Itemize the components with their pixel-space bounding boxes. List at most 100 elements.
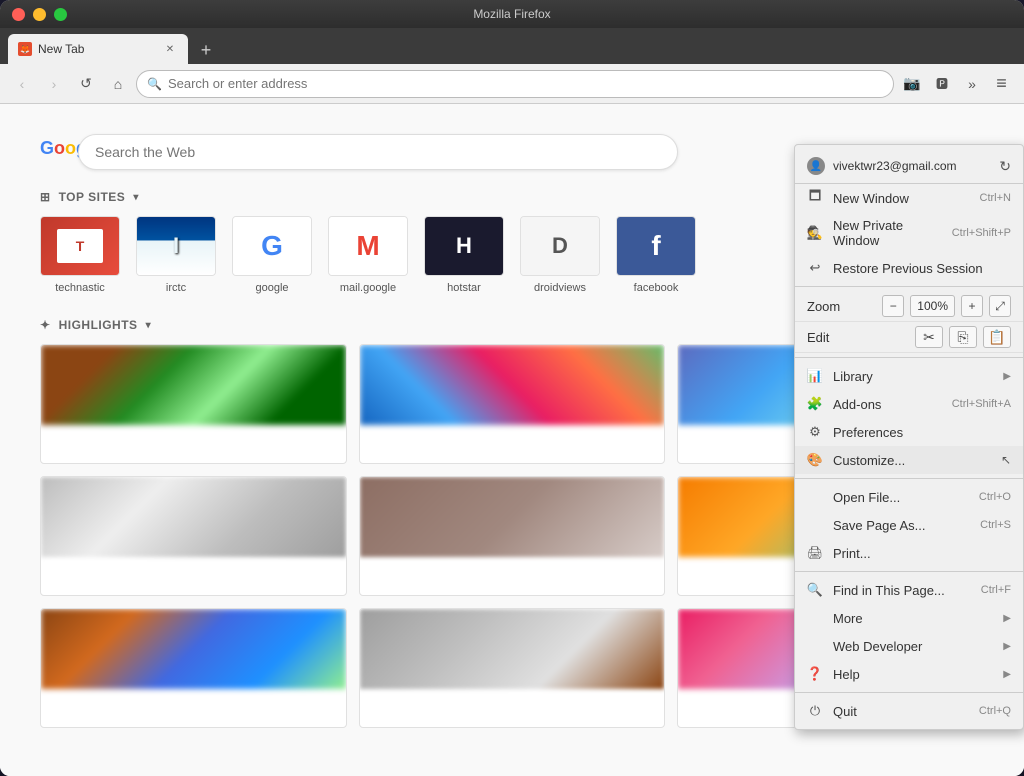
quit-label: Quit [833,704,969,719]
search-icon: 🔍 [147,77,162,91]
zoom-decrease-button[interactable]: − [882,295,904,317]
highlight-card-4[interactable] [40,476,347,596]
quit-shortcut: Ctrl+Q [979,705,1011,717]
paste-button[interactable]: 📋 [983,326,1011,348]
addons-shortcut: Ctrl+Shift+A [952,398,1011,410]
site-name-droidviews: droidviews [534,282,586,294]
site-thumb-droidviews: D [520,216,600,276]
site-thumb-irctc: I [136,216,216,276]
firefox-menu: 👤 vivektwr23@gmail.com ↻ 🗖 New Window Ct… [794,144,1024,730]
navigation-bar: ‹ › ↺ ⌂ 🔍 📷 🅿 » ≡ [0,64,1024,104]
site-tile-droidviews[interactable]: D droidviews [520,216,600,294]
menu-item-library[interactable]: 📊 Library ▶ [795,362,1023,390]
highlight-card-1[interactable] [40,344,347,464]
tab-close-button[interactable]: ✕ [162,41,178,57]
highlights-label: HIGHLIGHTS [59,318,138,332]
quit-icon: ⏻ [807,703,823,719]
site-tile-mail-google[interactable]: M mail.google [328,216,408,294]
save-page-icon [807,517,823,533]
site-name-facebook: facebook [634,282,679,294]
site-tile-google[interactable]: G google [232,216,312,294]
top-sites-label: TOP SITES [59,190,126,204]
more-icon [807,610,823,626]
menu-item-more[interactable]: More ▶ [795,604,1023,632]
site-tile-technastic[interactable]: T technastic [40,216,120,294]
overflow-button[interactable]: » [958,70,986,98]
site-tile-facebook[interactable]: f facebook [616,216,696,294]
close-button[interactable] [12,8,25,21]
save-page-label: Save Page As... [833,518,970,533]
menu-item-print[interactable]: 🖨 Print... [795,539,1023,567]
highlight-card-5[interactable] [359,476,666,596]
nav-right-buttons: 📷 🅿 » ≡ [898,70,1016,98]
tab-title: New Tab [38,42,156,56]
menu-user-email: vivektwr23@gmail.com [833,159,957,173]
site-name-mail-google: mail.google [340,282,396,294]
maximize-button[interactable] [54,8,67,21]
address-input[interactable] [168,76,883,91]
new-window-shortcut: Ctrl+N [980,192,1011,204]
google-logo: Google [40,138,68,166]
site-thumb-google: G [232,216,312,276]
edit-label: Edit [807,330,909,345]
back-button[interactable]: ‹ [8,70,36,98]
web-developer-label: Web Developer [833,639,993,654]
highlight-card-7[interactable] [40,608,347,728]
address-bar[interactable]: 🔍 [136,70,894,98]
site-tile-hotstar[interactable]: H hotstar [424,216,504,294]
title-bar: Mozilla Firefox [0,0,1024,28]
menu-item-open-file[interactable]: Open File... Ctrl+O [795,483,1023,511]
addons-label: Add-ons [833,397,942,412]
menu-item-new-window[interactable]: 🗖 New Window Ctrl+N [795,184,1023,212]
menu-item-customize[interactable]: 🎨 Customize... ↖ [795,446,1023,474]
open-file-shortcut: Ctrl+O [979,491,1011,503]
library-icon: 📊 [807,368,823,384]
site-thumb-technastic: T [40,216,120,276]
library-label: Library [833,369,993,384]
new-tab-button[interactable]: + [192,36,220,64]
minimize-button[interactable] [33,8,46,21]
highlight-card-2[interactable] [359,344,666,464]
menu-item-help[interactable]: ❓ Help ▶ [795,660,1023,688]
highlight-thumb-5 [360,477,665,557]
cut-button[interactable]: ✂ [915,326,943,348]
addons-icon: 🧩 [807,396,823,412]
web-developer-icon [807,638,823,654]
pocket-button[interactable]: 🅿 [928,70,956,98]
new-private-window-label: New Private Window [833,218,942,248]
menu-separator-4 [795,571,1023,572]
site-name-hotstar: hotstar [447,282,481,294]
site-name-technastic: technastic [55,282,105,294]
home-button[interactable]: ⌂ [104,70,132,98]
sync-icon[interactable]: ↻ [999,158,1011,175]
forward-button[interactable]: › [40,70,68,98]
reload-button[interactable]: ↺ [72,70,100,98]
copy-button[interactable]: ⎘ [949,326,977,348]
highlight-thumb-7 [41,609,346,689]
zoom-increase-button[interactable]: + [961,295,983,317]
highlight-thumb-1 [41,345,346,425]
active-tab[interactable]: 🦊 New Tab ✕ [8,34,188,64]
menu-item-quit[interactable]: ⏻ Quit Ctrl+Q [795,697,1023,725]
menu-item-preferences[interactable]: ⚙ Preferences [795,418,1023,446]
save-page-shortcut: Ctrl+S [980,519,1011,531]
site-thumb-facebook: f [616,216,696,276]
tab-bar: 🦊 New Tab ✕ + [0,28,1024,64]
highlight-card-8[interactable] [359,608,666,728]
menu-item-addons[interactable]: 🧩 Add-ons Ctrl+Shift+A [795,390,1023,418]
window-title: Mozilla Firefox [473,7,550,21]
google-search-input[interactable] [78,134,678,170]
menu-item-restore-session[interactable]: ↩ Restore Previous Session [795,254,1023,282]
menu-item-save-page[interactable]: Save Page As... Ctrl+S [795,511,1023,539]
customize-icon: 🎨 [807,452,823,468]
menu-item-web-developer[interactable]: Web Developer ▶ [795,632,1023,660]
screenshot-button[interactable]: 📷 [898,70,926,98]
zoom-value: 100% [910,295,955,317]
new-private-window-shortcut: Ctrl+Shift+P [952,227,1011,239]
menu-button[interactable]: ≡ [988,70,1016,98]
menu-item-find-in-page[interactable]: 🔍 Find in This Page... Ctrl+F [795,576,1023,604]
browser-window: Mozilla Firefox 🦊 New Tab ✕ + ‹ › ↺ ⌂ 🔍 … [0,0,1024,776]
site-tile-irctc[interactable]: I irctc [136,216,216,294]
zoom-fullscreen-button[interactable]: ⤢ [989,295,1011,317]
menu-item-new-private-window[interactable]: 🕵 New Private Window Ctrl+Shift+P [795,212,1023,254]
